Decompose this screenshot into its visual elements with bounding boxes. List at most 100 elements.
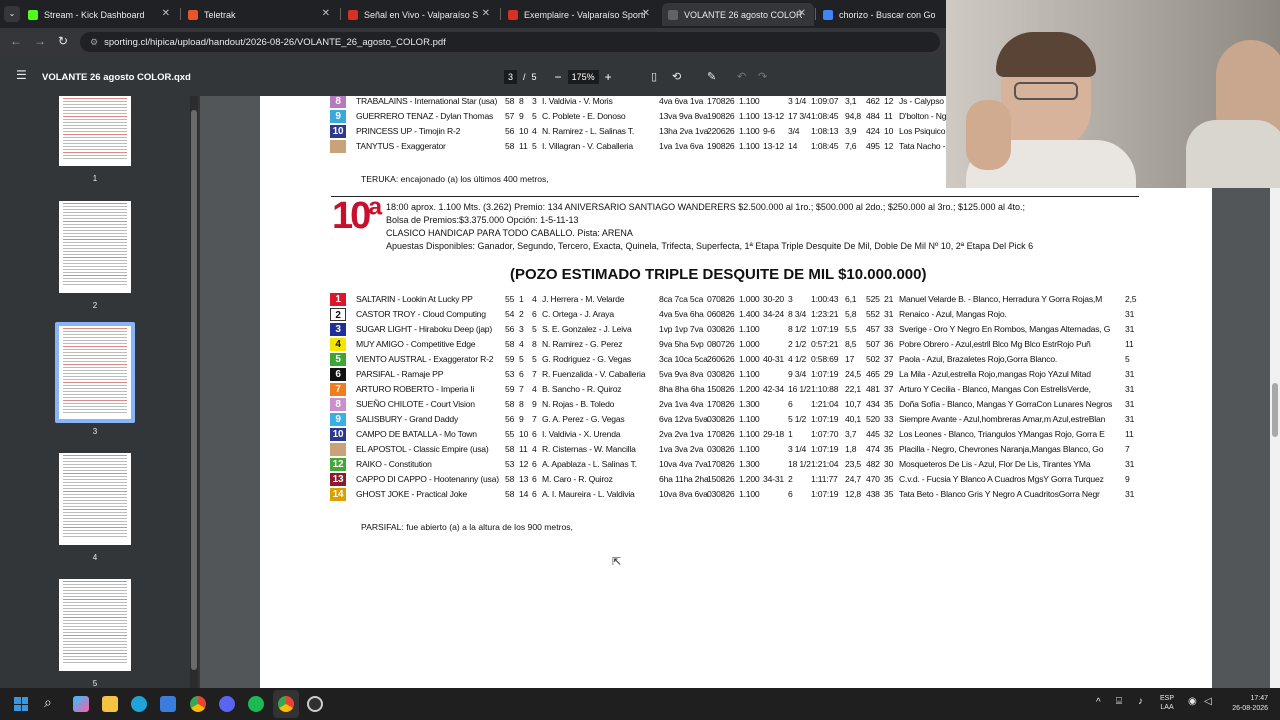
start-icon[interactable] [14,697,28,711]
undo-icon[interactable]: ↶ [737,70,746,83]
tab-search-button[interactable]: ⌄ [4,6,20,22]
glasses-icon [1014,82,1078,100]
cell-time: 1:08:45 [811,141,839,151]
sidebar-scroll-thumb[interactable] [191,110,197,670]
thumbnail-line [63,394,127,395]
thumbnail-line [63,98,127,99]
browser-tab[interactable]: Teletrak ✕ [182,3,338,26]
network-icon[interactable]: ⌸ [1116,696,1122,707]
wifi-icon[interactable]: ◉ [1188,696,1197,707]
page-thumbnail[interactable] [59,201,131,293]
tab-separator [340,8,341,20]
copilot-icon[interactable] [73,696,89,712]
cell-p: 11 [519,444,528,454]
edge-icon[interactable] [131,696,147,712]
cell-jt: N. Ramirez - L. Salinas T. [542,126,635,136]
cell-p: 8 [519,399,524,409]
viewer-scroll-thumb[interactable] [1272,383,1278,437]
cell-p: 11 [519,141,528,151]
search-icon[interactable]: ⌕ [44,694,52,711]
browser-tab[interactable]: Exemplaire - Valparaíso Sportin ✕ [502,3,658,26]
cell-p: 10 [519,126,529,136]
file-explorer-icon[interactable] [102,696,118,712]
tab-close-icon[interactable]: ✕ [798,8,806,19]
language-indicator[interactable]: ESP LAA [1160,694,1174,712]
cell-h: 13-12 [763,141,784,151]
cell-a: 24,5 [845,369,861,379]
back-icon[interactable]: ← [10,34,22,48]
cell-s: 6 [532,489,537,499]
annotate-icon[interactable]: ✎ [707,70,716,83]
obs-icon[interactable] [307,696,323,712]
url-input[interactable]: ⚙ sporting.cl/hipica/upload/handout/2026… [80,32,940,52]
reload-icon[interactable]: ↻ [58,34,68,48]
thumbnail-line [63,101,127,102]
zoom-in-icon[interactable]: + [605,70,612,84]
cell-s: 5 [532,324,537,334]
chrome-active-icon[interactable] [278,696,294,712]
redo-icon[interactable]: ↷ [758,70,767,83]
cell-a: 40,1 [845,414,861,424]
tab-close-icon[interactable]: ✕ [482,8,490,19]
cell-m: 16 1/2 [788,384,811,394]
thumbnail-line [63,488,127,489]
discord-icon[interactable] [219,696,235,712]
tray-chevron-icon[interactable]: ^ [1096,697,1101,708]
thumbnail-line [63,158,127,159]
tab-close-icon[interactable]: ✕ [322,8,330,19]
site-info-icon[interactable]: ⚙ [90,37,98,48]
page-number-input[interactable]: 3 [504,70,518,84]
cell-jt: C. Ortega - J. Araya [542,309,614,319]
browser-tab[interactable]: chorizo - Buscar con Google [817,3,947,26]
store-icon[interactable] [160,696,176,712]
cell-time: 1:08:13 [811,126,839,136]
mic-icon[interactable]: ♪ [1138,696,1143,707]
cell-horse: EL APOSTOL - Classic Empire (usa) [356,444,489,454]
cell-dist: 1.100 [739,126,760,136]
cell-dist: 1.300 [739,459,760,469]
fit-page-icon[interactable]: ▯ [651,70,657,83]
browser-tab[interactable]: Stream - Kick Dashboard ✕ [22,3,178,26]
cell-jt: R. Fuenzalida - V. Caballeria [542,369,646,379]
thumbnail-line [63,412,127,413]
cell-m: 6 [788,489,793,499]
rotate-icon[interactable]: ⟲ [672,70,681,83]
cell-m: 9 3/4 [788,369,807,379]
spotify-icon[interactable] [248,696,264,712]
menu-icon[interactable]: ☰ [16,68,27,82]
cell-b: 482 [866,459,880,469]
zoom-input[interactable]: 175% [567,70,599,84]
thumbnail-line [63,656,127,657]
race-info-line1: 18:00 aprox. 1.100 Mts. (3.262) Premio: … [386,202,1026,212]
volume-icon[interactable]: ◁ [1204,696,1212,707]
cell-own: Renaico - Azul, Mangas Rojo. [899,309,1007,319]
cell-jt: I. Villagran - V. Caballeria [542,141,633,151]
cell-a: 22,1 [845,384,861,394]
cell-time: 1:07:19 [811,414,839,424]
page-thumbnail[interactable] [59,326,131,419]
zoom-out-icon[interactable]: − [555,70,562,84]
cell-horse: GHOST JOKE - Practical Joke [356,489,467,499]
prev-race-note: TERUKA: encajonado (a) los últimos 400 m… [361,174,549,184]
page-thumbnail[interactable] [59,579,131,671]
cell-b: 434 [866,399,880,409]
table-row: 14 GHOST JOKE - Practical Joke 58 14 6 A. I. … [260,488,1212,502]
cell-jt: S. E. Gonzalez - J. Leiva [542,324,632,334]
cell-w: 58 [505,474,515,484]
cell-d: 31 [884,309,894,319]
thumbnail-line [63,473,127,474]
forward-icon[interactable]: → [34,34,46,48]
tab-close-icon[interactable]: ✕ [162,8,170,19]
page-thumbnail[interactable] [59,453,131,545]
clock[interactable]: 17:47 26-08-2026 [1222,694,1268,714]
page-thumbnail[interactable] [59,96,131,166]
cell-a: 3,1 [845,96,857,106]
browser-tab[interactable]: Señal en Vivo - Valparaíso S ✕ [342,3,498,26]
chrome-icon[interactable] [190,696,206,712]
cell-b: 502 [866,354,880,364]
thumbnail-line [63,215,127,216]
tab-close-icon[interactable]: ✕ [642,8,650,19]
cell-last: 11 [1125,339,1134,349]
cell-d: 35 [884,474,894,484]
browser-tab[interactable]: VOLANTE 26 agosto COLOR.qx ✕ [662,3,814,26]
